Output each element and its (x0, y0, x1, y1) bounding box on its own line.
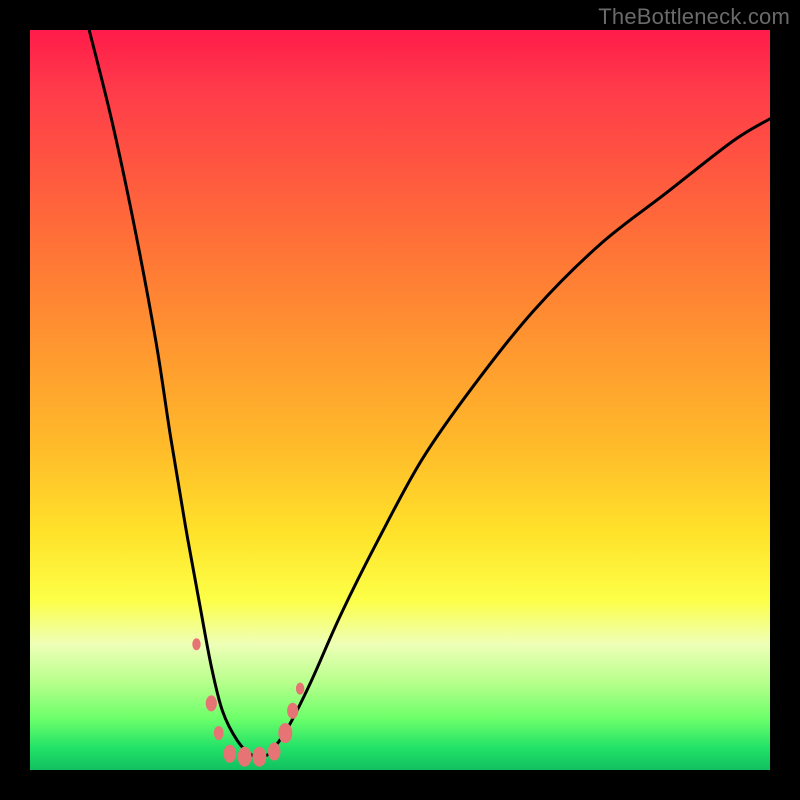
attribution-label: TheBottleneck.com (598, 4, 790, 30)
curve-marker (296, 683, 304, 695)
curve-marker (278, 723, 292, 743)
bottleneck-curve (89, 30, 770, 757)
curve-marker (192, 638, 200, 650)
curve-marker (214, 726, 224, 740)
curve-marker (224, 745, 237, 763)
curve-svg (30, 30, 770, 770)
curve-marker (287, 703, 298, 719)
curve-marker (206, 695, 217, 711)
curve-marker (252, 747, 266, 767)
curve-marker (268, 743, 281, 761)
curve-marker (238, 747, 252, 767)
chart-area (30, 30, 770, 770)
